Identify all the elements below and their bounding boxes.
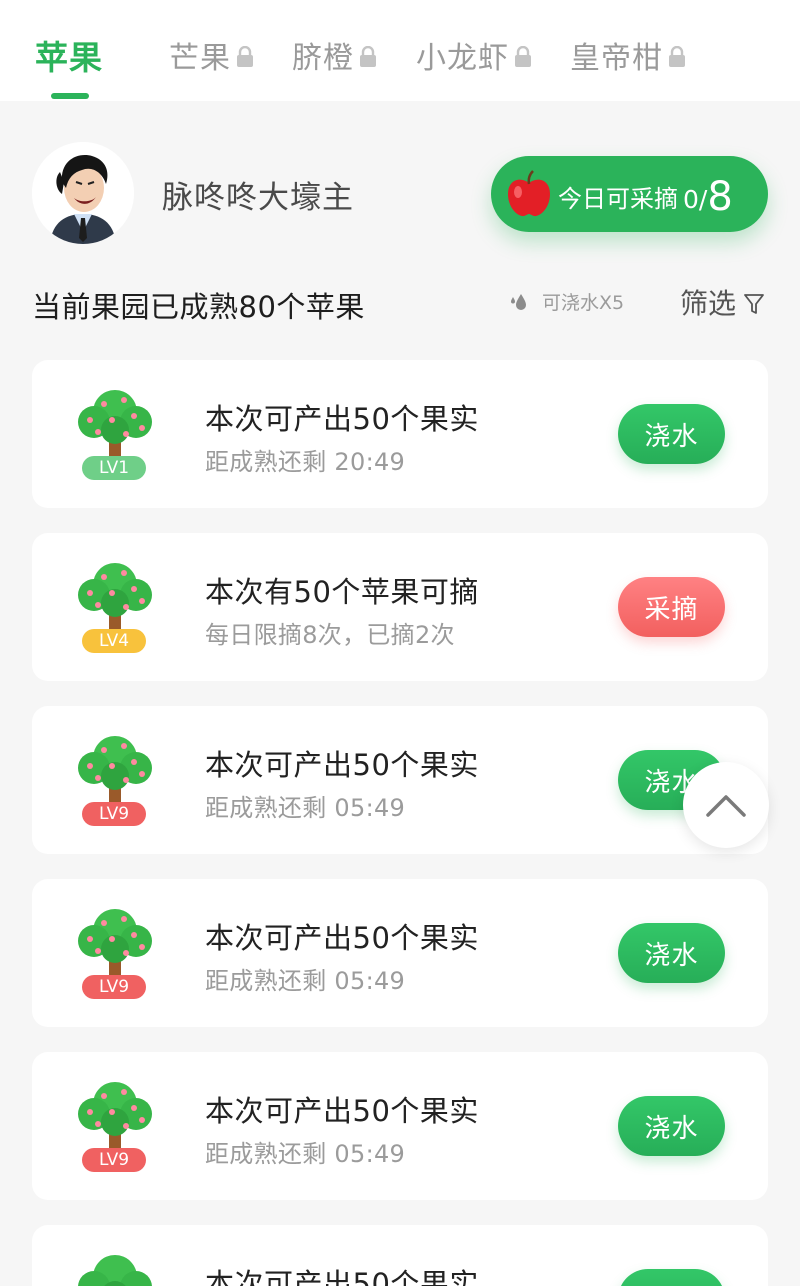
- today-pick-button[interactable]: 今日可采摘 0/8: [491, 156, 768, 232]
- card-subtitle: 距成熟还剩 20:49: [205, 448, 406, 476]
- filter-icon: [744, 294, 764, 314]
- water-button[interactable]: 浇水: [618, 404, 725, 464]
- card-subtitle: 距成熟还剩 05:49: [205, 794, 406, 822]
- level-badge: LV4: [82, 629, 146, 653]
- level-badge: LV1: [82, 456, 146, 480]
- tab-apple[interactable]: 苹果: [35, 32, 103, 78]
- tree-icon: [78, 736, 152, 802]
- pick-max: 8: [707, 174, 733, 220]
- avatar-illustration: [32, 142, 134, 244]
- card-title: 本次可产出50个果实: [205, 402, 479, 436]
- water-count-text: 可浇水X5: [542, 292, 625, 314]
- username: 脉咚咚大壕主: [162, 180, 354, 216]
- lock-icon: [669, 46, 685, 67]
- tree-icon: [78, 1082, 152, 1148]
- tab-emperor-citrus[interactable]: 皇帝柑: [570, 32, 687, 78]
- card-title: 本次可产出50个果实: [205, 921, 479, 955]
- apple-icon: [508, 170, 550, 217]
- tree-icon: [78, 909, 152, 975]
- tree-card: LV4 本次有50个苹果可摘 每日限摘8次，已摘2次 采摘: [32, 533, 768, 681]
- tab-label: 小龙虾: [416, 41, 509, 76]
- tree-icon: [78, 390, 152, 456]
- tree-card: LV9 本次可产出50个果实 距成熟还剩 05:49 浇水: [32, 1052, 768, 1200]
- water-button[interactable]: 浇水: [618, 923, 725, 983]
- level-badge: LV9: [82, 802, 146, 826]
- pick-current: 0: [683, 185, 699, 214]
- avatar[interactable]: [32, 142, 134, 244]
- tree-card: LV9 本次可产出50个果实 距成熟还剩 05:49 浇水: [32, 879, 768, 1027]
- level-badge: LV9: [82, 1148, 146, 1172]
- fruit-tab-bar: 苹果 芒果 脐橙 小龙虾 皇帝柑: [0, 0, 800, 101]
- tree-icon: [78, 1255, 152, 1286]
- card-subtitle: 距成熟还剩 05:49: [205, 1140, 406, 1168]
- tab-crayfish[interactable]: 小龙虾: [416, 32, 533, 78]
- pick-button-label: 今日可采摘: [558, 185, 678, 213]
- pick-button[interactable]: 采摘: [618, 577, 725, 637]
- water-button[interactable]: 浇水: [618, 1269, 725, 1286]
- active-tab-indicator: [51, 93, 89, 99]
- filter-button[interactable]: 筛选: [680, 282, 764, 322]
- level-badge: LV9: [82, 975, 146, 999]
- lock-icon: [237, 46, 253, 67]
- water-drop-icon: [511, 293, 526, 310]
- tab-label: 芒果: [169, 41, 231, 76]
- tab-label: 苹果: [35, 38, 103, 77]
- card-title: 本次可产出50个果实: [205, 1267, 479, 1286]
- pick-count: 0/8: [683, 172, 733, 220]
- card-subtitle: 距成熟还剩 05:49: [205, 967, 406, 995]
- scroll-to-top-button[interactable]: [683, 762, 769, 848]
- tab-label: 脐橙: [292, 41, 354, 76]
- water-count: 可浇水X5: [508, 288, 624, 315]
- filter-label: 筛选: [680, 287, 737, 320]
- lock-icon: [515, 46, 531, 67]
- tab-mango[interactable]: 芒果: [169, 32, 255, 78]
- tree-icon: [78, 563, 152, 629]
- tab-navel-orange[interactable]: 脐橙: [292, 32, 378, 78]
- lock-icon: [360, 46, 376, 67]
- tree-card: 本次可产出50个果实 浇水: [32, 1225, 768, 1286]
- card-title: 本次可产出50个果实: [205, 1094, 479, 1128]
- tab-label: 皇帝柑: [570, 41, 663, 76]
- card-subtitle: 每日限摘8次，已摘2次: [205, 621, 455, 649]
- chevron-up-icon: [706, 795, 746, 817]
- water-button[interactable]: 浇水: [618, 1096, 725, 1156]
- tree-card: LV1 本次可产出50个果实 距成熟还剩 20:49 浇水: [32, 360, 768, 508]
- orchard-summary: 当前果园已成熟80个苹果: [32, 290, 365, 324]
- card-title: 本次有50个苹果可摘: [205, 575, 479, 609]
- card-title: 本次可产出50个果实: [205, 748, 479, 782]
- tree-card: LV9 本次可产出50个果实 距成熟还剩 05:49 浇水: [32, 706, 768, 854]
